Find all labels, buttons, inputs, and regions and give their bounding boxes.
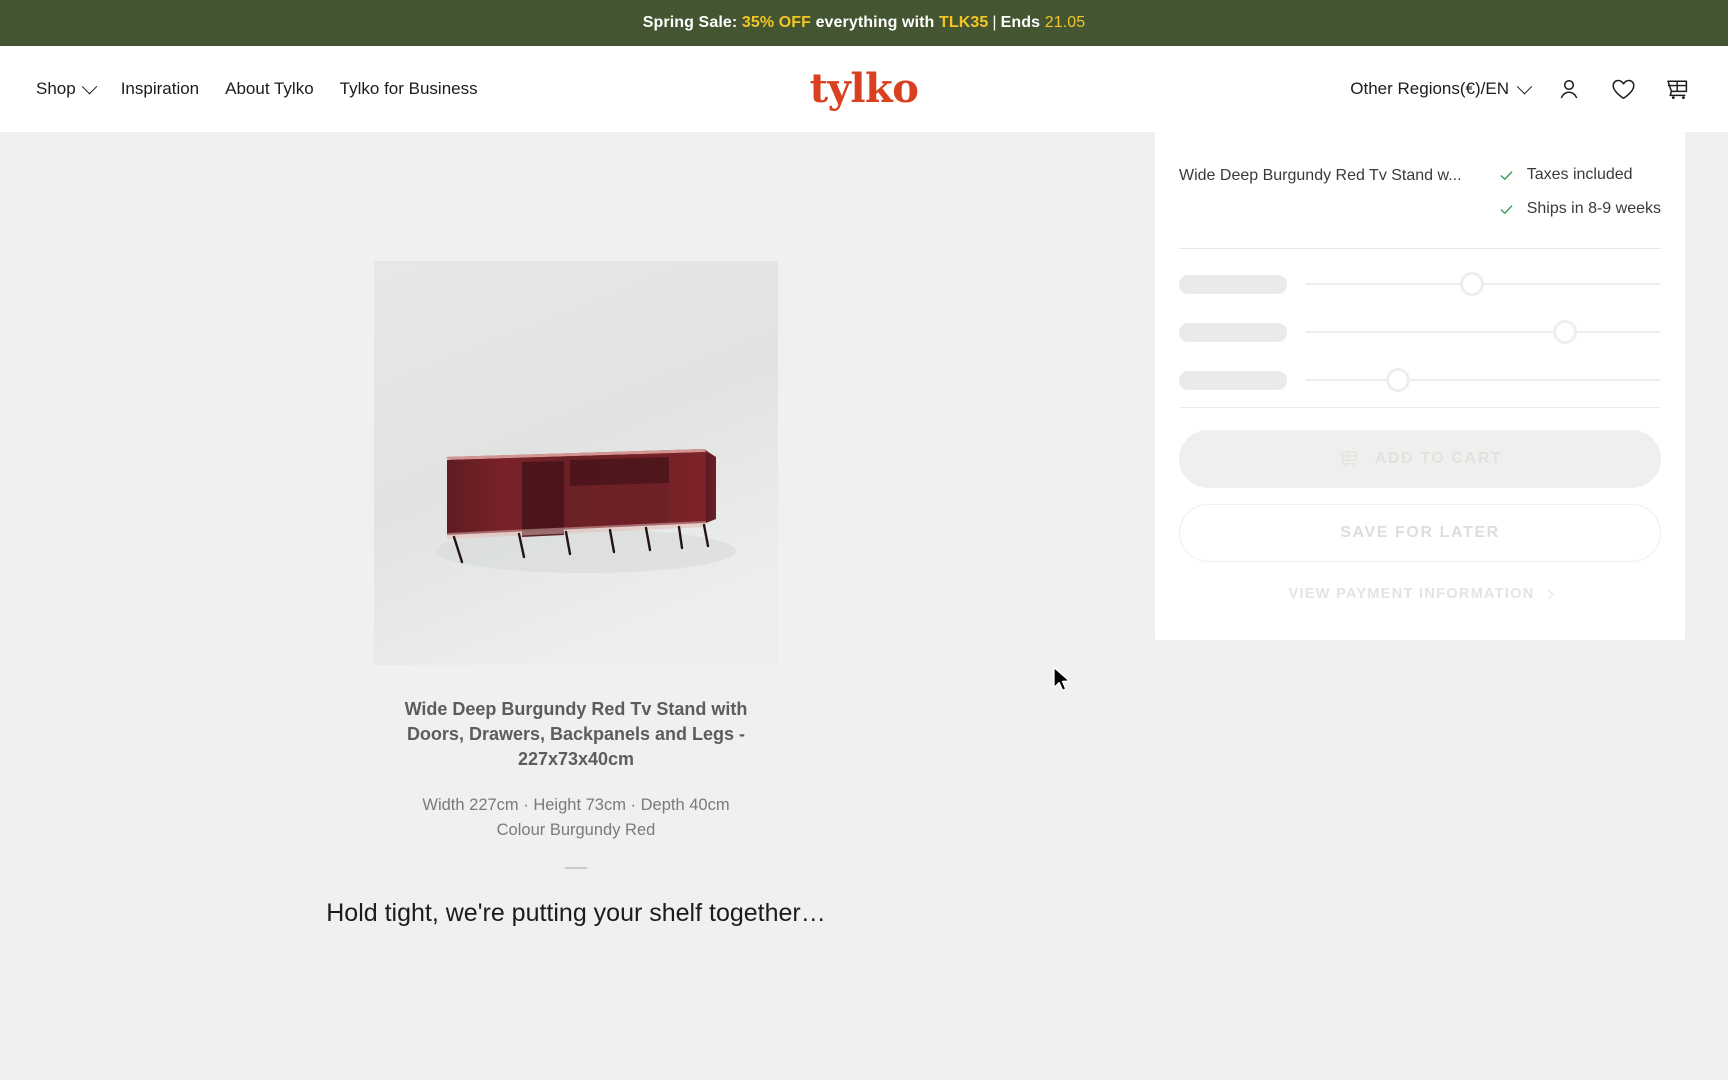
view-payment-information-link[interactable]: VIEW PAYMENT INFORMATION bbox=[1288, 586, 1553, 602]
chevron-down-icon bbox=[81, 78, 97, 94]
add-to-cart-label: ADD TO CART bbox=[1374, 450, 1503, 467]
panel-header: Wide Deep Burgundy Red Tv Stand w... Tax… bbox=[1179, 166, 1661, 218]
brand-logo[interactable]: tylko bbox=[810, 69, 919, 109]
slider-label-skeleton bbox=[1179, 322, 1287, 342]
product-thumbnail[interactable] bbox=[374, 261, 778, 665]
primary-navigation: Shop Inspiration About Tylko Tylko for B… bbox=[36, 78, 478, 99]
chevron-down-icon bbox=[1516, 78, 1533, 94]
nav-item-tylko-for-business[interactable]: Tylko for Business bbox=[340, 79, 478, 99]
configurator-panel: Wide Deep Burgundy Red Tv Stand w... Tax… bbox=[1155, 132, 1685, 640]
panel-badges: Taxes included Ships in 8-9 weeks bbox=[1499, 166, 1661, 218]
promo-code: TLK35 bbox=[938, 14, 989, 31]
view-payment-information-label: VIEW PAYMENT INFORMATION bbox=[1288, 586, 1535, 602]
loading-message: Hold tight, we're putting your shelf tog… bbox=[326, 898, 826, 927]
slider-row-height[interactable] bbox=[1179, 319, 1661, 345]
slider-row-depth[interactable] bbox=[1179, 367, 1661, 393]
check-icon bbox=[1500, 204, 1513, 214]
badge-taxes-included-label: Taxes included bbox=[1526, 166, 1633, 183]
slider-knob[interactable] bbox=[1552, 320, 1577, 344]
slider-knob[interactable] bbox=[1385, 368, 1410, 392]
site-header: Shop Inspiration About Tylko Tylko for B… bbox=[0, 46, 1728, 132]
slider-track-wrap[interactable] bbox=[1305, 271, 1661, 297]
promo-prefix: Spring Sale: bbox=[642, 14, 738, 31]
badge-taxes-included: Taxes included bbox=[1499, 166, 1633, 184]
check-icon bbox=[1500, 170, 1513, 180]
save-for-later-button[interactable]: SAVE FOR LATER bbox=[1179, 504, 1661, 562]
promo-middle: everything with bbox=[815, 14, 935, 31]
slider-track-wrap[interactable] bbox=[1305, 319, 1661, 345]
badge-shipping-time-label: Ships in 8-9 weeks bbox=[1526, 200, 1661, 217]
product-dimensions: Width 227cm · Height 73cm · Depth 40cm bbox=[422, 796, 730, 815]
save-for-later-label: SAVE FOR LATER bbox=[1340, 524, 1500, 541]
wishlist-icon[interactable] bbox=[1608, 74, 1638, 104]
product-title: Wide Deep Burgundy Red Tv Stand with Doo… bbox=[404, 699, 748, 769]
nav-item-about-tylko[interactable]: About Tylko bbox=[225, 79, 314, 99]
cart-icon bbox=[1340, 451, 1357, 468]
section-divider bbox=[565, 866, 587, 869]
slider-knob[interactable] bbox=[1460, 272, 1485, 296]
nav-item-inspiration-label: Inspiration bbox=[120, 79, 200, 98]
slider-label-skeleton bbox=[1179, 370, 1287, 390]
product-colour: Colour Burgundy Red bbox=[496, 821, 656, 840]
nav-item-inspiration[interactable]: Inspiration bbox=[121, 79, 199, 99]
promo-separator: | bbox=[992, 14, 997, 31]
promo-discount: 35% OFF bbox=[741, 14, 812, 31]
promo-ends-label: Ends bbox=[1000, 14, 1041, 31]
promo-ends-date: 21.05 bbox=[1044, 14, 1086, 31]
region-language-selector[interactable]: Other Regions(€)/EN bbox=[1350, 78, 1533, 99]
cart-icon[interactable] bbox=[1662, 74, 1692, 104]
header-utility-group: Other Regions(€)/EN bbox=[1350, 74, 1692, 104]
account-icon[interactable] bbox=[1554, 74, 1584, 104]
panel-product-name: Wide Deep Burgundy Red Tv Stand w... bbox=[1179, 167, 1462, 184]
slider-track bbox=[1305, 379, 1661, 381]
badge-shipping-time: Ships in 8-9 weeks bbox=[1499, 200, 1661, 218]
nav-item-tylko-for-business-label: Tylko for Business bbox=[339, 79, 478, 98]
slider-track-wrap[interactable] bbox=[1305, 367, 1661, 393]
page-body: Wide Deep Burgundy Red Tv Stand with Doo… bbox=[0, 132, 1728, 1080]
dimension-sliders-skeleton bbox=[1179, 249, 1661, 407]
product-render bbox=[374, 261, 778, 665]
product-summary-column: Wide Deep Burgundy Red Tv Stand with Doo… bbox=[326, 261, 826, 928]
product-specs: Width 227cm · Height 73cm · Depth 40cm C… bbox=[422, 793, 729, 843]
promo-banner[interactable]: Spring Sale: 35% OFF everything with TLK… bbox=[0, 0, 1728, 46]
nav-item-shop-label: Shop bbox=[36, 79, 76, 98]
nav-item-about-tylko-label: About Tylko bbox=[225, 79, 314, 98]
region-language-label: Other Regions(€)/EN bbox=[1350, 79, 1509, 98]
nav-item-shop[interactable]: Shop bbox=[36, 78, 97, 99]
slider-track bbox=[1305, 331, 1661, 333]
add-to-cart-button[interactable]: ADD TO CART bbox=[1179, 430, 1661, 488]
mouse-cursor bbox=[1053, 666, 1071, 692]
slider-row-width[interactable] bbox=[1179, 271, 1661, 297]
panel-actions: ADD TO CART SAVE FOR LATER VIEW PAYMENT … bbox=[1179, 408, 1661, 602]
slider-label-skeleton bbox=[1179, 274, 1287, 294]
chevron-right-icon bbox=[1543, 589, 1553, 599]
